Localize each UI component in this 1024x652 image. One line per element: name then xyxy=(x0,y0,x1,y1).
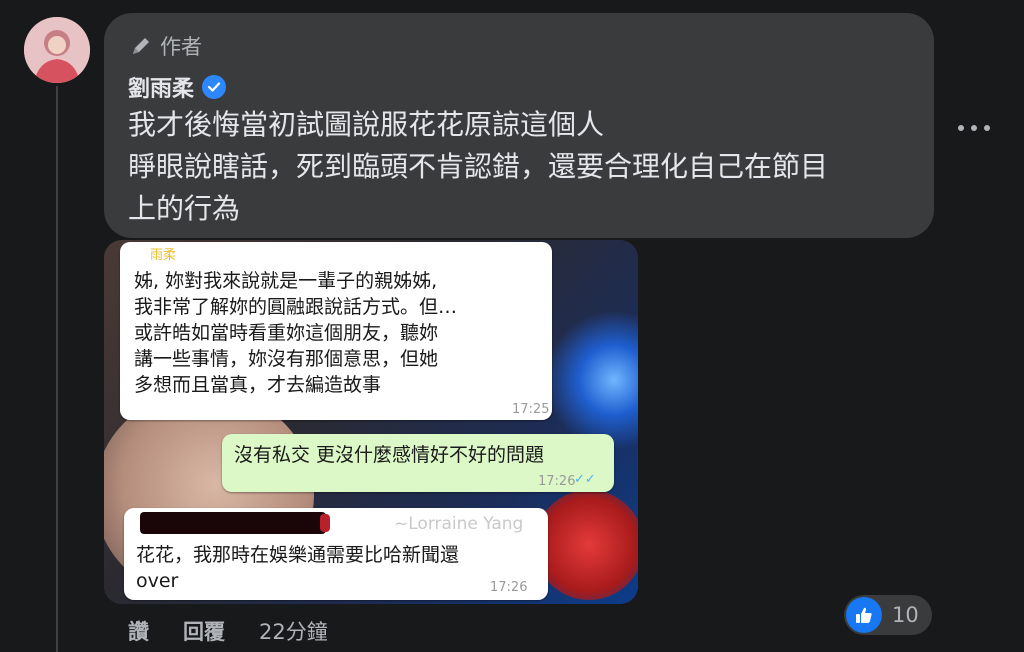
comment-timestamp[interactable]: 22分鐘 xyxy=(259,616,328,646)
more-options-button[interactable] xyxy=(958,116,990,140)
chat-line: 多想而且當真，才去編造故事 xyxy=(134,374,382,396)
chat-sender: ~Lorraine Yang xyxy=(394,514,524,534)
chat-message-incoming: ~Lorraine Yang 花花，我那時在娛樂通需要比哈新聞還 over 17… xyxy=(124,508,548,600)
chat-message-body: 姊, 妳對我來說就是一輩子的親姊姊, 我非常了解妳的圓融跟說話方式。但… 或許皓… xyxy=(134,268,457,398)
chat-line: 我非常了解妳的圓融跟說話方式。但… xyxy=(134,296,458,318)
comment-line: 上的行為 xyxy=(128,192,241,225)
author-badge: 作者 xyxy=(130,31,202,61)
redaction-mark xyxy=(140,512,326,534)
chat-time: 17:25 xyxy=(512,402,550,417)
author-badge-label: 作者 xyxy=(160,35,202,59)
chat-time: 17:26 xyxy=(538,474,576,489)
chat-line: 姊, 妳對我來說就是一輩子的親姊姊, xyxy=(134,270,438,292)
comment-text: 我才後悔當初試圖說服花花原諒這個人 睜眼說瞎話，死到臨頭不肯認錯，還要合理化自己… xyxy=(128,104,918,230)
chat-time: 17:26 xyxy=(490,580,528,595)
comment-line: 睜眼說瞎話，死到臨頭不肯認錯，還要合理化自己在節目 xyxy=(128,150,829,183)
more-dot-icon xyxy=(971,125,977,131)
like-button[interactable]: 讚 xyxy=(128,616,149,646)
reaction-summary[interactable]: 10 xyxy=(844,595,932,635)
more-dot-icon xyxy=(958,125,964,131)
reaction-count: 10 xyxy=(892,603,919,627)
chat-message-incoming: 雨柔 姊, 妳對我來說就是一輩子的親姊姊, 我非常了解妳的圓融跟說話方式。但… … xyxy=(120,242,552,420)
author-name[interactable]: 劉雨柔 xyxy=(128,71,194,103)
redaction-mark xyxy=(320,514,330,532)
chat-line: 講一些事情，妳沒有那個意思，但她 xyxy=(134,348,439,370)
avatar-image xyxy=(24,17,90,83)
chat-line: over xyxy=(136,570,179,592)
thumbs-up-icon xyxy=(846,597,882,633)
comment-line: 我才後悔當初試圖說服花花原諒這個人 xyxy=(128,108,605,141)
more-dot-icon xyxy=(984,125,990,131)
avatar[interactable] xyxy=(24,17,90,83)
photo-red-object xyxy=(534,490,638,600)
attached-chat-screenshot[interactable]: 雨柔 姊, 妳對我來說就是一輩子的親姊姊, 我非常了解妳的圓融跟說話方式。但… … xyxy=(104,240,638,604)
chat-message-outgoing: 沒有私交 更沒什麼感情好不好的問題 17:26 ✓✓ xyxy=(222,434,614,492)
author-name-row[interactable]: 劉雨柔 xyxy=(128,71,227,103)
reply-button[interactable]: 回覆 xyxy=(183,616,225,646)
chat-line: 或許皓如當時看重妳這個朋友，聽妳 xyxy=(134,322,439,344)
comment-actions: 讚 回覆 22分鐘 xyxy=(128,616,328,646)
pencil-icon xyxy=(133,38,149,54)
chat-sender: 雨柔 xyxy=(150,248,177,263)
chat-message-body: 沒有私交 更沒什麼感情好不好的問題 xyxy=(234,444,545,466)
chat-line: 花花，我那時在娛樂通需要比哈新聞還 xyxy=(136,544,460,566)
chat-message-body: 花花，我那時在娛樂通需要比哈新聞還 over xyxy=(136,542,459,594)
thread-line xyxy=(56,86,58,652)
verified-badge-icon xyxy=(202,75,227,99)
read-receipt-icon: ✓✓ xyxy=(574,472,596,487)
